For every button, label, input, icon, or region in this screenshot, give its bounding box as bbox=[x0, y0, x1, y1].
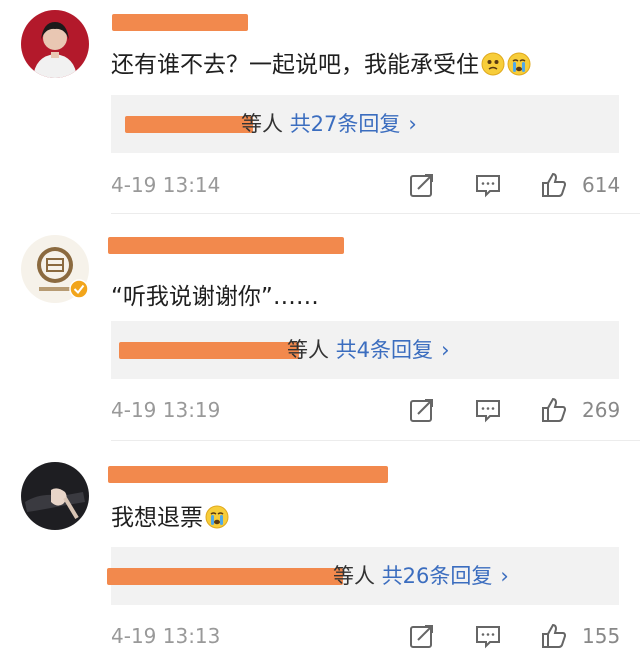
crying-face-icon bbox=[205, 505, 229, 529]
comment-text: “听我说谢谢你”…… bbox=[111, 284, 319, 310]
avatar[interactable] bbox=[21, 462, 89, 530]
reply-count[interactable]: 共27条回复 bbox=[290, 112, 401, 136]
divider bbox=[111, 440, 640, 441]
reply-names-redacted bbox=[125, 116, 253, 133]
reply-suffix: 等人 bbox=[287, 338, 329, 362]
sad-face-icon bbox=[481, 52, 505, 76]
reply-suffix: 等人 bbox=[333, 564, 375, 588]
like-count: 269 bbox=[582, 398, 621, 422]
comment-text: 我想退票 bbox=[111, 503, 229, 533]
reply-summary[interactable]: 等人 共26条回复 › bbox=[333, 547, 509, 605]
reply-suffix: 等人 bbox=[241, 112, 283, 136]
like-icon[interactable] bbox=[541, 172, 567, 198]
like-count: 614 bbox=[582, 173, 621, 197]
reply-names-redacted bbox=[107, 568, 343, 585]
avatar[interactable] bbox=[21, 10, 89, 78]
comment-icon[interactable] bbox=[475, 397, 501, 423]
like-icon[interactable] bbox=[541, 397, 567, 423]
timestamp: 4-19 13:14 bbox=[111, 173, 221, 197]
chevron-right-icon: › bbox=[500, 564, 509, 588]
reply-preview[interactable]: 等人 共4条回复 › bbox=[111, 321, 619, 379]
reply-names-redacted bbox=[119, 342, 299, 359]
reply-count[interactable]: 共4条回复 bbox=[336, 338, 433, 362]
reply-count[interactable]: 共26条回复 bbox=[382, 564, 493, 588]
chevron-right-icon: › bbox=[441, 338, 450, 362]
timestamp: 4-19 13:13 bbox=[111, 624, 221, 648]
comment-icon[interactable] bbox=[475, 623, 501, 649]
chevron-right-icon: › bbox=[408, 112, 417, 136]
verified-badge-icon bbox=[69, 279, 89, 299]
timestamp: 4-19 13:19 bbox=[111, 398, 221, 422]
reply-preview[interactable]: 等人 共27条回复 › bbox=[111, 95, 619, 153]
repost-icon[interactable] bbox=[409, 623, 435, 649]
comment-icon[interactable] bbox=[475, 172, 501, 198]
comment-meta: 4-19 13:19 269 bbox=[111, 395, 621, 425]
comment-item: “听我说谢谢你”…… 等人 共4条回复 › 4-19 13:19 269 bbox=[0, 215, 640, 442]
repost-icon[interactable] bbox=[409, 172, 435, 198]
reply-summary[interactable]: 等人 共4条回复 › bbox=[287, 321, 449, 379]
comment-meta: 4-19 13:14 614 bbox=[111, 170, 621, 200]
username-redacted[interactable] bbox=[112, 14, 248, 31]
crying-face-icon bbox=[507, 52, 531, 76]
like-count: 155 bbox=[582, 624, 621, 648]
comment-text: 还有谁不去？一起说吧，我能承受住 bbox=[111, 50, 531, 80]
like-icon[interactable] bbox=[541, 623, 567, 649]
comment-item: 我想退票 等人 共26条回复 › 4-19 13:13 155 bbox=[0, 442, 640, 657]
reply-preview[interactable]: 等人 共26条回复 › bbox=[107, 547, 619, 605]
username-redacted[interactable] bbox=[108, 466, 388, 483]
comment-item: 还有谁不去？一起说吧，我能承受住 等人 共27条回复 › 4-19 13:14 6… bbox=[0, 0, 640, 215]
comment-meta: 4-19 13:13 155 bbox=[111, 621, 621, 651]
divider bbox=[111, 213, 640, 214]
username-redacted[interactable] bbox=[108, 237, 344, 254]
repost-icon[interactable] bbox=[409, 397, 435, 423]
reply-summary[interactable]: 等人 共27条回复 › bbox=[241, 95, 417, 153]
